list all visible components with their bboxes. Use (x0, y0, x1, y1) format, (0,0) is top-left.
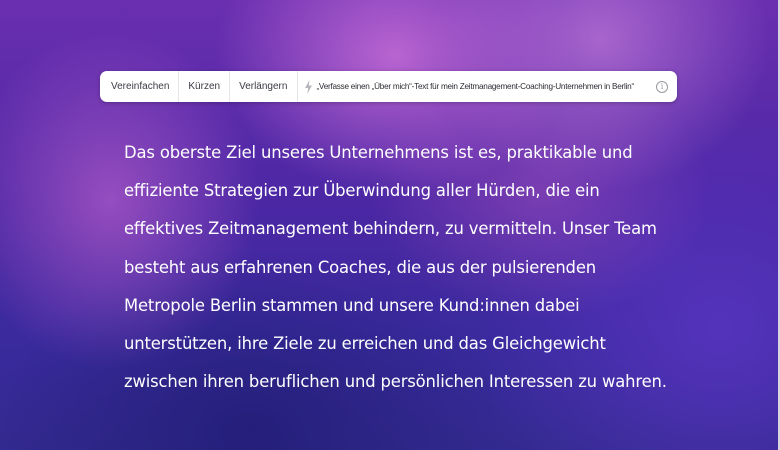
generated-text: Das oberste Ziel unseres Unternehmens is… (124, 134, 724, 401)
text-line: unterstützen, ihre Ziele zu erreichen un… (124, 334, 606, 354)
text-line: zwischen ihren beruflichen und persönlic… (124, 372, 667, 392)
simplify-button[interactable]: Vereinfachen (100, 71, 180, 102)
shorten-button[interactable]: Kürzen (179, 71, 231, 102)
text-line: besteht aus erfahrenen Coaches, die aus … (124, 257, 596, 277)
text-line: Metropole Berlin stammen und unsere Kund… (124, 295, 580, 315)
text-line: effiziente Strategien zur Überwindung al… (124, 181, 600, 201)
text-line: Das oberste Ziel unseres Unternehmens is… (124, 143, 633, 162)
lengthen-button[interactable]: Verlängern (230, 71, 299, 102)
prompt-text: „Verfasse einen „Über mich“-Text für mei… (316, 82, 634, 91)
info-icon[interactable]: i (656, 80, 668, 93)
rewrite-toolbar: Vereinfachen Kürzen Verlängern „Verfasse… (100, 71, 677, 102)
prompt-display: „Verfasse einen „Über mich“-Text für mei… (298, 79, 650, 94)
lightning-icon (305, 79, 313, 94)
text-line: effektives Zeitmanagement behindern, zu … (124, 219, 657, 239)
